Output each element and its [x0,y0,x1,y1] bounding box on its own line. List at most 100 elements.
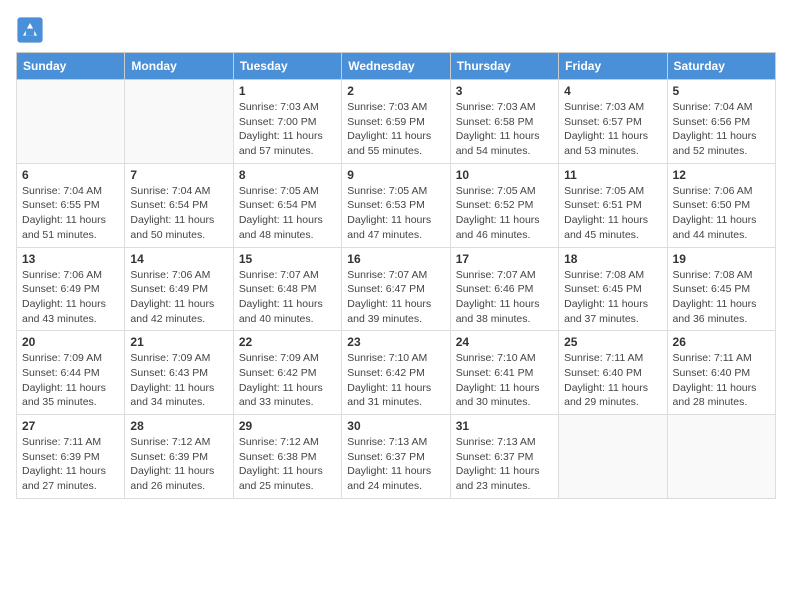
day-number: 21 [130,335,227,349]
day-number: 27 [22,419,119,433]
day-info: Sunrise: 7:06 AMSunset: 6:49 PMDaylight:… [22,268,119,327]
calendar-cell: 15 Sunrise: 7:07 AMSunset: 6:48 PMDayligh… [233,247,341,331]
day-info: Sunrise: 7:10 AMSunset: 6:41 PMDaylight:… [456,351,553,410]
day-info: Sunrise: 7:03 AMSunset: 6:59 PMDaylight:… [347,100,444,159]
day-info: Sunrise: 7:13 AMSunset: 6:37 PMDaylight:… [456,435,553,494]
calendar-cell: 10 Sunrise: 7:05 AMSunset: 6:52 PMDayligh… [450,163,558,247]
day-number: 16 [347,252,444,266]
day-number: 14 [130,252,227,266]
calendar-cell: 22 Sunrise: 7:09 AMSunset: 6:42 PMDayligh… [233,331,341,415]
day-number: 3 [456,84,553,98]
calendar-cell: 30 Sunrise: 7:13 AMSunset: 6:37 PMDayligh… [342,415,450,499]
day-info: Sunrise: 7:08 AMSunset: 6:45 PMDaylight:… [564,268,661,327]
day-number: 4 [564,84,661,98]
day-info: Sunrise: 7:09 AMSunset: 6:43 PMDaylight:… [130,351,227,410]
logo-icon [16,16,44,44]
calendar-header-saturday: Saturday [667,53,775,80]
page-header [16,16,776,44]
day-info: Sunrise: 7:04 AMSunset: 6:55 PMDaylight:… [22,184,119,243]
day-number: 25 [564,335,661,349]
day-info: Sunrise: 7:12 AMSunset: 6:39 PMDaylight:… [130,435,227,494]
calendar-cell: 31 Sunrise: 7:13 AMSunset: 6:37 PMDayligh… [450,415,558,499]
day-number: 8 [239,168,336,182]
day-info: Sunrise: 7:09 AMSunset: 6:44 PMDaylight:… [22,351,119,410]
day-number: 13 [22,252,119,266]
day-number: 26 [673,335,770,349]
calendar-header-friday: Friday [559,53,667,80]
day-info: Sunrise: 7:10 AMSunset: 6:42 PMDaylight:… [347,351,444,410]
calendar-header-tuesday: Tuesday [233,53,341,80]
calendar-header-monday: Monday [125,53,233,80]
calendar-cell [17,80,125,164]
day-number: 29 [239,419,336,433]
calendar-cell: 21 Sunrise: 7:09 AMSunset: 6:43 PMDayligh… [125,331,233,415]
calendar-cell: 7 Sunrise: 7:04 AMSunset: 6:54 PMDaylight… [125,163,233,247]
day-number: 19 [673,252,770,266]
calendar-cell: 8 Sunrise: 7:05 AMSunset: 6:54 PMDaylight… [233,163,341,247]
calendar-cell: 28 Sunrise: 7:12 AMSunset: 6:39 PMDayligh… [125,415,233,499]
day-info: Sunrise: 7:03 AMSunset: 7:00 PMDaylight:… [239,100,336,159]
calendar-cell: 6 Sunrise: 7:04 AMSunset: 6:55 PMDaylight… [17,163,125,247]
calendar-cell: 25 Sunrise: 7:11 AMSunset: 6:40 PMDayligh… [559,331,667,415]
day-info: Sunrise: 7:05 AMSunset: 6:54 PMDaylight:… [239,184,336,243]
calendar-header-sunday: Sunday [17,53,125,80]
day-number: 6 [22,168,119,182]
calendar-cell: 1 Sunrise: 7:03 AMSunset: 7:00 PMDaylight… [233,80,341,164]
calendar-header-wednesday: Wednesday [342,53,450,80]
day-info: Sunrise: 7:12 AMSunset: 6:38 PMDaylight:… [239,435,336,494]
calendar-cell: 4Sunrise: 7:03 AMSunset: 6:57 PMDaylight… [559,80,667,164]
day-number: 15 [239,252,336,266]
day-number: 30 [347,419,444,433]
calendar-cell: 26 Sunrise: 7:11 AMSunset: 6:40 PMDayligh… [667,331,775,415]
day-number: 20 [22,335,119,349]
day-info: Sunrise: 7:07 AMSunset: 6:48 PMDaylight:… [239,268,336,327]
calendar-cell [667,415,775,499]
calendar-week-3: 13 Sunrise: 7:06 AMSunset: 6:49 PMDayligh… [17,247,776,331]
calendar-cell: 5Sunrise: 7:04 AMSunset: 6:56 PMDaylight… [667,80,775,164]
day-info: Sunrise: 7:03 AMSunset: 6:58 PMDaylight:… [456,100,553,159]
day-number: 1 [239,84,336,98]
calendar-cell: 9Sunrise: 7:05 AMSunset: 6:53 PMDaylight… [342,163,450,247]
calendar-header-thursday: Thursday [450,53,558,80]
day-info: Sunrise: 7:09 AMSunset: 6:42 PMDaylight:… [239,351,336,410]
logo [16,16,48,44]
day-info: Sunrise: 7:06 AMSunset: 6:49 PMDaylight:… [130,268,227,327]
calendar-week-2: 6 Sunrise: 7:04 AMSunset: 6:55 PMDaylight… [17,163,776,247]
day-number: 10 [456,168,553,182]
day-number: 31 [456,419,553,433]
day-info: Sunrise: 7:07 AMSunset: 6:47 PMDaylight:… [347,268,444,327]
day-number: 23 [347,335,444,349]
calendar-cell: 2Sunrise: 7:03 AMSunset: 6:59 PMDaylight… [342,80,450,164]
day-number: 28 [130,419,227,433]
day-number: 22 [239,335,336,349]
day-number: 18 [564,252,661,266]
calendar-cell: 24 Sunrise: 7:10 AMSunset: 6:41 PMDayligh… [450,331,558,415]
calendar-week-1: 1 Sunrise: 7:03 AMSunset: 7:00 PMDaylight… [17,80,776,164]
day-info: Sunrise: 7:07 AMSunset: 6:46 PMDaylight:… [456,268,553,327]
day-info: Sunrise: 7:13 AMSunset: 6:37 PMDaylight:… [347,435,444,494]
calendar-cell: 17Sunrise: 7:07 AMSunset: 6:46 PMDayligh… [450,247,558,331]
calendar-cell [125,80,233,164]
calendar-cell: 12 Sunrise: 7:06 AMSunset: 6:50 PMDayligh… [667,163,775,247]
calendar-cell: 3 Sunrise: 7:03 AMSunset: 6:58 PMDaylight… [450,80,558,164]
calendar-cell: 20 Sunrise: 7:09 AMSunset: 6:44 PMDayligh… [17,331,125,415]
day-number: 12 [673,168,770,182]
day-number: 5 [673,84,770,98]
calendar-cell: 23 Sunrise: 7:10 AMSunset: 6:42 PMDayligh… [342,331,450,415]
calendar-cell: 18 Sunrise: 7:08 AMSunset: 6:45 PMDayligh… [559,247,667,331]
calendar-cell: 29 Sunrise: 7:12 AMSunset: 6:38 PMDayligh… [233,415,341,499]
day-number: 24 [456,335,553,349]
day-info: Sunrise: 7:11 AMSunset: 6:40 PMDaylight:… [673,351,770,410]
day-number: 7 [130,168,227,182]
day-info: Sunrise: 7:11 AMSunset: 6:40 PMDaylight:… [564,351,661,410]
day-info: Sunrise: 7:05 AMSunset: 6:52 PMDaylight:… [456,184,553,243]
calendar-cell: 27 Sunrise: 7:11 AMSunset: 6:39 PMDayligh… [17,415,125,499]
calendar-cell [559,415,667,499]
calendar-cell: 13 Sunrise: 7:06 AMSunset: 6:49 PMDayligh… [17,247,125,331]
calendar-cell: 19Sunrise: 7:08 AMSunset: 6:45 PMDayligh… [667,247,775,331]
day-info: Sunrise: 7:04 AMSunset: 6:54 PMDaylight:… [130,184,227,243]
day-info: Sunrise: 7:06 AMSunset: 6:50 PMDaylight:… [673,184,770,243]
calendar-cell: 11Sunrise: 7:05 AMSunset: 6:51 PMDayligh… [559,163,667,247]
day-info: Sunrise: 7:11 AMSunset: 6:39 PMDaylight:… [22,435,119,494]
calendar-cell: 16 Sunrise: 7:07 AMSunset: 6:47 PMDayligh… [342,247,450,331]
